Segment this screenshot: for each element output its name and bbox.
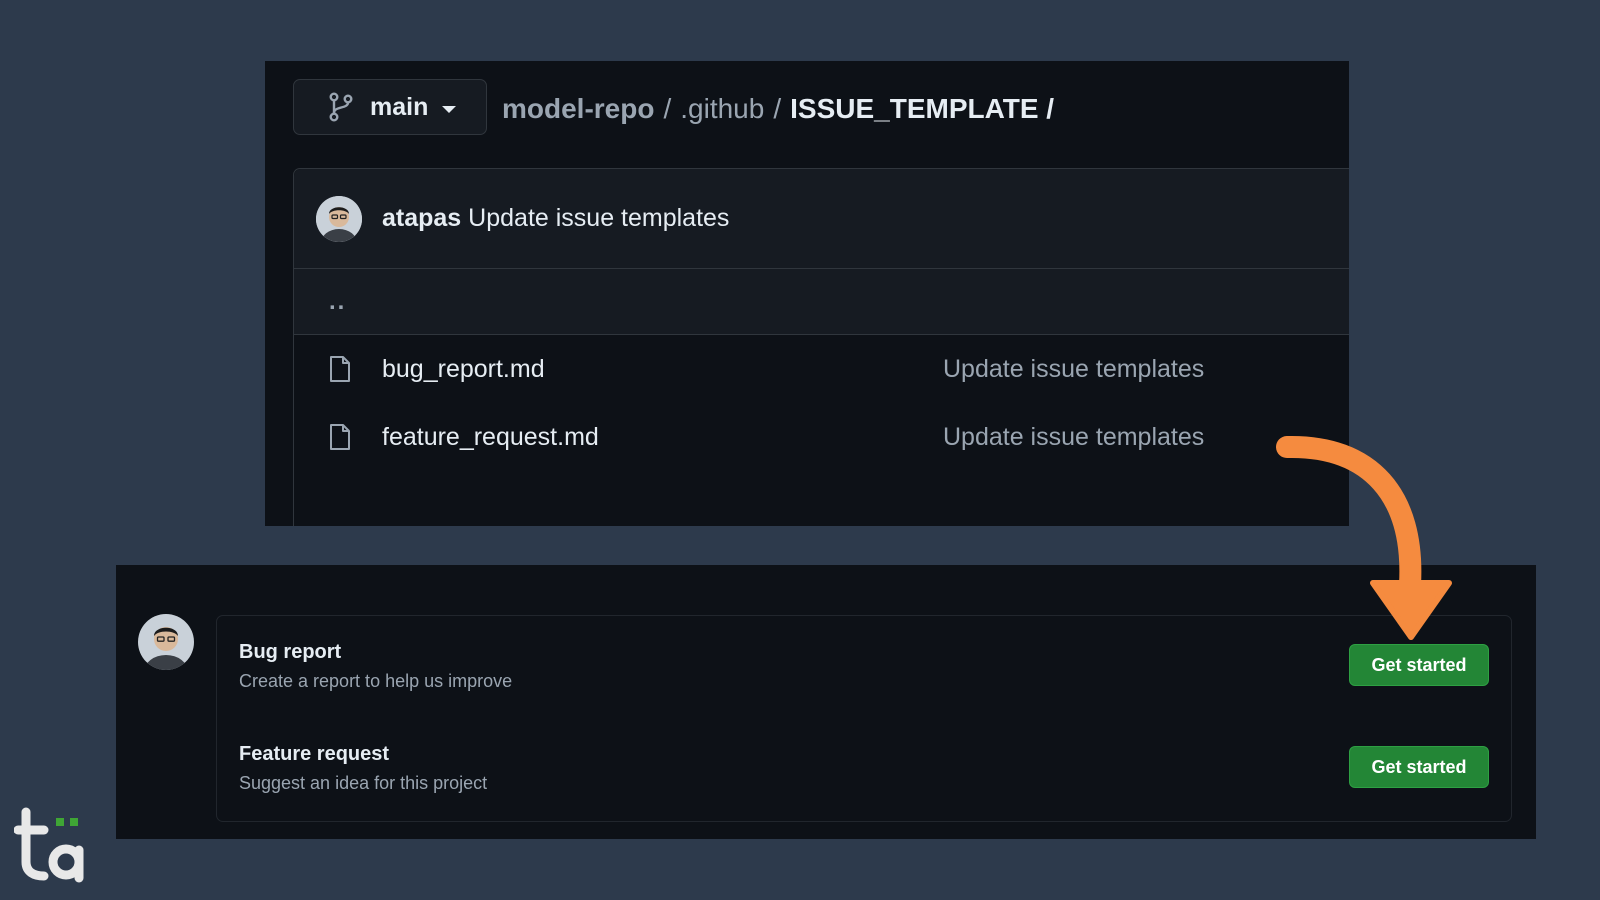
commit-author-link[interactable]: atapas bbox=[382, 204, 461, 232]
breadcrumb-repo-link[interactable]: model-repo bbox=[502, 93, 654, 125]
branch-name: main bbox=[370, 92, 429, 121]
get-started-button[interactable]: Get started bbox=[1349, 746, 1489, 788]
breadcrumb: model-repo / .github / ISSUE_TEMPLATE / bbox=[502, 89, 1054, 129]
file-icon bbox=[328, 355, 352, 383]
breadcrumb-folder-link[interactable]: .github bbox=[680, 93, 764, 125]
curved-arrow-icon bbox=[1276, 435, 1452, 640]
templates-list: Bug report Create a report to help us im… bbox=[216, 615, 1512, 822]
file-row[interactable]: bug_report.md Update issue templates bbox=[294, 335, 1349, 403]
get-started-button[interactable]: Get started bbox=[1349, 644, 1489, 686]
latest-commit-row: atapas Update issue templates bbox=[294, 169, 1349, 269]
breadcrumb-current-folder: ISSUE_TEMPLATE / bbox=[790, 93, 1055, 124]
file-commit-message-link[interactable]: Update issue templates bbox=[943, 355, 1204, 384]
file-icon bbox=[328, 423, 352, 451]
file-commit-message-link[interactable]: Update issue templates bbox=[943, 423, 1204, 452]
file-row[interactable]: feature_request.md Update issue template… bbox=[294, 403, 1349, 471]
parent-directory-link[interactable]: .. bbox=[294, 269, 1349, 335]
file-name-link[interactable]: bug_report.md bbox=[382, 355, 545, 384]
file-list: atapas Update issue templates .. bug_rep… bbox=[293, 168, 1349, 526]
commit-message-link[interactable]: Update issue templates bbox=[468, 204, 729, 232]
branch-selector-button[interactable]: main bbox=[293, 79, 487, 135]
template-description: Suggest an idea for this project bbox=[239, 773, 488, 793]
avatar[interactable] bbox=[316, 195, 362, 242]
template-title: Feature request bbox=[239, 743, 390, 765]
git-branch-icon bbox=[328, 92, 354, 122]
ta-logo bbox=[13, 806, 86, 891]
avatar[interactable] bbox=[138, 614, 194, 670]
template-item-bug-report: Bug report Create a report to help us im… bbox=[239, 641, 1489, 711]
caret-down-icon bbox=[442, 105, 457, 113]
template-description: Create a report to help us improve bbox=[239, 671, 513, 691]
template-item-feature-request: Feature request Suggest an idea for this… bbox=[239, 743, 1489, 813]
repo-file-browser: main model-repo / .github / ISSUE_TEMPLA… bbox=[265, 61, 1349, 526]
template-title: Bug report bbox=[239, 641, 342, 663]
breadcrumb-separator: / bbox=[773, 93, 782, 124]
breadcrumb-separator: / bbox=[663, 93, 672, 124]
file-name-link[interactable]: feature_request.md bbox=[382, 423, 599, 452]
